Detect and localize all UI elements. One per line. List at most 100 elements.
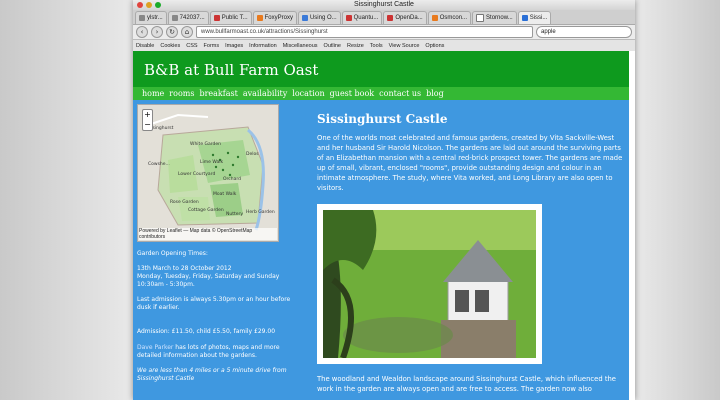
devbar-options[interactable]: Options bbox=[425, 43, 444, 49]
devbar-tools[interactable]: Tools bbox=[370, 43, 383, 49]
menu-availability[interactable]: availability bbox=[243, 87, 287, 100]
menu-home[interactable]: home bbox=[142, 87, 164, 100]
devbar-cookies[interactable]: Cookies bbox=[160, 43, 180, 49]
close-window-button[interactable] bbox=[137, 2, 143, 8]
tab-5[interactable]: Using O... bbox=[297, 11, 341, 24]
tab-label: OpenDa... bbox=[395, 15, 423, 21]
map-label: Moat Walk bbox=[213, 191, 237, 197]
devbar-css[interactable]: CSS bbox=[186, 43, 197, 49]
map-label: Rose Garden bbox=[170, 199, 199, 205]
back-button[interactable]: ‹ bbox=[136, 26, 148, 38]
favicon-icon bbox=[213, 15, 220, 21]
tab-6[interactable]: Quantu... bbox=[341, 11, 383, 24]
favicon-icon bbox=[171, 15, 178, 21]
sidebar: Sissinghurst White Garden Lower Courtyar… bbox=[133, 100, 309, 400]
map-attribution: Powered by Leaflet — Map data © OpenStre… bbox=[139, 228, 277, 240]
menu-breakfast[interactable]: breakfast bbox=[199, 87, 237, 100]
tab-9[interactable]: Stornow... bbox=[472, 11, 517, 24]
main-content: Sissinghurst Castle One of the worlds mo… bbox=[309, 100, 629, 400]
devbar-outline[interactable]: Outline bbox=[324, 43, 341, 49]
tab-1[interactable]: ylstr... bbox=[135, 11, 167, 24]
favicon-icon bbox=[139, 15, 145, 21]
last-admission: Last admission is always 5.30pm or an ho… bbox=[137, 296, 291, 311]
tab-label: Quantu... bbox=[353, 15, 379, 21]
woodland-paragraph: The woodland and Wealdon landscape aroun… bbox=[317, 375, 616, 393]
desktop-background-left bbox=[0, 0, 133, 400]
browser-window: Sissinghurst Castle ylstr... 742037... P… bbox=[133, 0, 635, 400]
zoom-in-button[interactable]: + bbox=[143, 110, 152, 120]
map-label: Lime Walk bbox=[200, 159, 224, 165]
photo-image bbox=[323, 210, 536, 358]
map-graphic: Sissinghurst White Garden Lower Courtyar… bbox=[146, 113, 275, 231]
window-title: Sissinghurst Castle bbox=[354, 1, 414, 8]
hours-title: Garden Opening Times: bbox=[137, 250, 208, 257]
distance-note: We are less than 4 miles or a 5 minute d… bbox=[137, 367, 287, 382]
dave-parker-link[interactable]: Dave Parker bbox=[137, 344, 173, 351]
admission-prices: Admission: £11.50, child £5.50, family £… bbox=[137, 328, 276, 335]
tab-label: Public T... bbox=[221, 15, 248, 21]
menu-blog[interactable]: blog bbox=[426, 87, 444, 100]
search-box[interactable]: apple bbox=[536, 26, 632, 38]
tab-8[interactable]: Osmcon... bbox=[427, 11, 472, 24]
devbar-information[interactable]: Information bbox=[249, 43, 277, 49]
page-content: B&B at Bull Farm Oast home rooms breakfa… bbox=[133, 51, 635, 400]
map-label: Nuttery bbox=[226, 211, 243, 217]
tab-3[interactable]: Public T... bbox=[209, 11, 252, 24]
map-label: Lower Courtyard bbox=[178, 171, 215, 177]
window-titlebar: Sissinghurst Castle bbox=[133, 0, 635, 10]
map-zoom-control: + − bbox=[142, 109, 153, 131]
map-label: Delos bbox=[246, 151, 259, 157]
garden-gazebo-image bbox=[323, 210, 536, 358]
search-text: apple bbox=[541, 29, 556, 35]
url-text: www.bullfarmoast.co.uk/attractions/Sissi… bbox=[201, 29, 328, 35]
favicon-icon bbox=[521, 15, 528, 21]
wikipedia-icon bbox=[476, 14, 485, 22]
garden-map[interactable]: Sissinghurst White Garden Lower Courtyar… bbox=[137, 104, 279, 242]
devbar-resize[interactable]: Resize bbox=[347, 43, 364, 49]
tab-label: 742037... bbox=[179, 15, 205, 21]
menu-rooms[interactable]: rooms bbox=[169, 87, 194, 100]
menu-guest-book[interactable]: guest book bbox=[330, 87, 374, 100]
site-header: B&B at Bull Farm Oast bbox=[133, 51, 629, 87]
hours-line-2: Monday, Tuesday, Friday, Saturday and Su… bbox=[137, 273, 280, 280]
menu-location[interactable]: location bbox=[292, 87, 324, 100]
devbar-images[interactable]: Images bbox=[225, 43, 243, 49]
favicon-icon bbox=[256, 15, 263, 21]
navigation-toolbar: ‹ › ↻ ⌂ www.bullfarmoast.co.uk/attractio… bbox=[133, 25, 635, 40]
more-info-text: Dave Parker has lots of photos, maps and… bbox=[137, 344, 305, 359]
forward-button[interactable]: › bbox=[151, 26, 163, 38]
minimize-window-button[interactable] bbox=[146, 2, 152, 8]
tab-10-active[interactable]: Sissi... bbox=[517, 11, 552, 24]
tab-label: Using O... bbox=[309, 15, 337, 21]
home-button[interactable]: ⌂ bbox=[181, 26, 193, 38]
zoom-window-button[interactable] bbox=[155, 2, 161, 8]
map-label: Cottage Garden bbox=[188, 207, 224, 213]
map-label: Orchard bbox=[223, 176, 241, 182]
tab-label: Sissi... bbox=[529, 15, 548, 21]
tab-label: FoxyProxy bbox=[264, 15, 293, 21]
devbar-disable[interactable]: Disable bbox=[136, 43, 154, 49]
hours-line-3: 10:30am - 5:30pm. bbox=[137, 281, 195, 288]
tab-label: ylstr... bbox=[147, 15, 163, 21]
tab-strip: ylstr... 742037... Public T... FoxyProxy… bbox=[133, 10, 635, 25]
desktop-background-right bbox=[635, 0, 720, 400]
reload-button[interactable]: ↻ bbox=[166, 26, 178, 38]
favicon-icon bbox=[301, 15, 308, 21]
devbar-miscellaneous[interactable]: Miscellaneous bbox=[283, 43, 318, 49]
tab-2[interactable]: 742037... bbox=[167, 11, 209, 24]
zoom-out-button[interactable]: − bbox=[143, 120, 152, 130]
intro-paragraph: One of the worlds most celebrated and fa… bbox=[317, 134, 623, 192]
menu-contact-us[interactable]: contact us bbox=[379, 87, 421, 100]
castle-photo bbox=[317, 204, 542, 364]
tab-7[interactable]: OpenDa... bbox=[383, 11, 427, 24]
map-label: White Garden bbox=[190, 141, 221, 147]
devbar-view-source[interactable]: View Source bbox=[389, 43, 420, 49]
favicon-icon bbox=[431, 15, 438, 21]
favicon-icon bbox=[387, 15, 394, 21]
tab-4[interactable]: FoxyProxy bbox=[252, 11, 297, 24]
tab-label: Stornow... bbox=[486, 15, 513, 21]
site-menu: home rooms breakfast availability locati… bbox=[133, 87, 635, 100]
address-bar[interactable]: www.bullfarmoast.co.uk/attractions/Sissi… bbox=[196, 26, 533, 38]
map-label: Herb Garden bbox=[246, 209, 275, 215]
devbar-forms[interactable]: Forms bbox=[204, 43, 220, 49]
